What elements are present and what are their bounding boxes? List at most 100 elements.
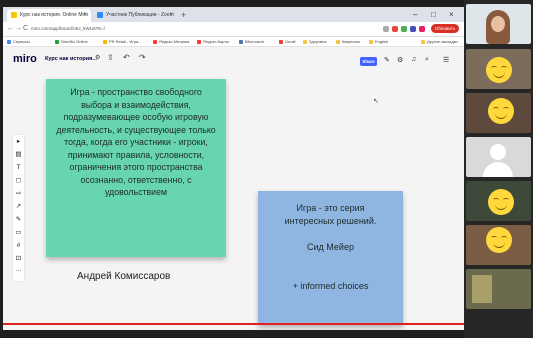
miro-header: miro Курс нак история... ⚙ ⇪ ↶ ↷ Share ✎… — [3, 48, 464, 70]
bookmark-item[interactable]: ВКонтакте — [239, 37, 264, 46]
bookmark-label: Gmail — [285, 39, 296, 44]
board-name[interactable]: Курс нак история... — [45, 56, 97, 62]
sticky-note-definition[interactable]: Игра - пространство свободного выбора и … — [46, 79, 226, 257]
bookmark-item[interactable]: Кварталы — [336, 37, 360, 46]
settings-icon[interactable]: ⚙ — [95, 54, 100, 61]
quote-line — [264, 228, 397, 241]
close-tab-icon[interactable]: × — [83, 9, 87, 22]
profile-avatar-icon[interactable] — [419, 26, 425, 32]
quote-line — [264, 254, 397, 267]
bookmarks-bar: Сервисы SberBiz Online PR Retail - Игра.… — [3, 37, 464, 47]
update-browser-button[interactable]: Обновить — [431, 24, 459, 33]
back-icon[interactable]: ← — [7, 23, 14, 35]
zoom-favicon-icon — [97, 11, 103, 18]
participant-face — [491, 16, 505, 32]
folder-icon — [421, 39, 425, 44]
quote-line: Игра - это серия — [296, 203, 365, 213]
upload-icon[interactable]: ⊡ — [14, 254, 23, 264]
maximize-button[interactable]: □ — [431, 9, 436, 20]
frame-icon[interactable]: # — [14, 241, 23, 251]
bookmark-item[interactable]: Яндекс.Метрика — [153, 37, 189, 46]
share-button[interactable]: Share — [360, 57, 377, 66]
author-label[interactable]: Андрей Комиссаров — [77, 271, 170, 282]
notifications-icon[interactable]: ♫ — [411, 56, 416, 63]
more-tools-icon[interactable]: ··· — [14, 266, 23, 276]
bookmark-label: PR Retail - Игра... — [109, 39, 142, 44]
bookmark-item[interactable]: PR Retail - Игра... — [103, 37, 142, 46]
url-field[interactable]: miro.com/app/board/o9J_kWLEFE=/ — [31, 24, 371, 34]
quote-line: интересных решений. — [284, 216, 377, 226]
sticky-note-icon[interactable]: ◻ — [14, 176, 23, 186]
reload-icon[interactable]: C — [23, 23, 28, 35]
comment-icon[interactable]: ▭ — [14, 228, 23, 238]
bookmark-label: SberBiz Online — [61, 39, 88, 44]
tab-zoom[interactable]: Участник Публикации - Zoom × — [93, 9, 177, 22]
participant-video[interactable] — [466, 93, 531, 133]
bookmark-label: Другие закладки — [427, 39, 458, 44]
bookmark-label: Сервисы — [13, 39, 30, 44]
minimize-button[interactable]: – — [413, 9, 417, 20]
close-tab-icon[interactable]: × — [169, 9, 173, 22]
miro-favicon-icon — [11, 11, 17, 18]
reactions-icon[interactable]: ✎ — [384, 56, 390, 64]
text-tool-icon[interactable]: T — [14, 163, 23, 173]
browser-window: Курс нак история. Online Miro × Участник… — [3, 7, 464, 330]
select-cursor-icon[interactable]: ▸ — [14, 137, 23, 147]
zoom-screen-share: Курс нак история. Online Miro × Участник… — [0, 0, 533, 338]
bookmark-label: Яндекс.Метрика — [159, 39, 190, 44]
new-tab-button[interactable]: + — [181, 9, 186, 21]
undo-icon[interactable]: ↶ — [123, 53, 130, 62]
sber-icon — [55, 39, 59, 44]
yandex-icon — [197, 39, 201, 44]
bookmark-item[interactable]: English — [369, 37, 388, 46]
participant-video-host[interactable] — [466, 4, 531, 44]
extension-icon[interactable] — [392, 26, 398, 32]
bookmark-item[interactable]: Сервисы — [7, 37, 30, 46]
export-icon[interactable]: ⇪ — [107, 53, 114, 62]
background-shelf — [472, 275, 492, 303]
extension-icon[interactable] — [401, 26, 407, 32]
bookmark-item[interactable]: Яндекс.Карты — [197, 37, 229, 46]
smiley-face-icon — [488, 189, 514, 215]
redo-icon[interactable]: ↷ — [139, 53, 146, 62]
smiley-face-icon — [486, 57, 512, 83]
bookmark-label: English — [375, 39, 389, 44]
bookmark-label: ВКонтакте — [245, 39, 265, 44]
pen-icon[interactable]: ✎ — [14, 215, 23, 225]
participant-video[interactable] — [466, 181, 531, 221]
smiley-face-icon — [486, 227, 512, 253]
participant-video[interactable] — [466, 269, 531, 309]
forward-icon[interactable]: → — [15, 23, 22, 35]
smiley-face-icon — [488, 98, 514, 124]
tab-label: Участник Публикации - Zoom — [106, 12, 174, 18]
bookmark-icon — [103, 39, 107, 44]
participant-video[interactable] — [466, 49, 531, 89]
tab-miro[interactable]: Курс нак история. Online Miro × — [7, 9, 91, 22]
bookmark-item[interactable]: Здоровье — [303, 37, 327, 46]
participant-video[interactable] — [466, 225, 531, 265]
connection-line-icon[interactable]: ↗ — [14, 202, 23, 212]
folder-icon — [303, 39, 307, 44]
zoom-participants-strip — [464, 0, 533, 338]
miro-tools-toolbar: ▸ ▤ T ◻ ⇨ ↗ ✎ ▭ # ⊡ ··· — [13, 135, 24, 281]
templates-icon[interactable]: ▤ — [14, 150, 23, 160]
extension-icon[interactable] — [410, 26, 416, 32]
board-menu-icon[interactable]: ☰ — [443, 56, 449, 64]
folder-icon — [369, 39, 373, 44]
bookmark-item[interactable]: Gmail — [279, 37, 295, 46]
settings-icon[interactable]: ⚙ — [397, 56, 403, 64]
bookmark-label: Яндекс.Карты — [203, 39, 229, 44]
close-window-button[interactable]: × — [449, 9, 454, 20]
quote-addition: + informed choices — [292, 281, 369, 291]
miro-logo[interactable]: miro — [13, 53, 37, 65]
sticky-note-quote[interactable]: Игра - это серия интересных решений. Сид… — [258, 191, 403, 325]
extension-icon[interactable] — [383, 26, 389, 32]
bookmark-item[interactable]: Другие закладки — [421, 37, 458, 46]
bookmark-item[interactable]: SberBiz Online — [55, 37, 88, 46]
quote-author: Сид Мейер — [307, 242, 354, 252]
apps-icon — [7, 39, 11, 44]
gmail-icon — [279, 39, 283, 44]
search-icon[interactable]: ⌕ — [425, 56, 429, 64]
shape-tool-icon[interactable]: ⇨ — [14, 189, 23, 199]
participant-no-video[interactable] — [466, 137, 531, 177]
